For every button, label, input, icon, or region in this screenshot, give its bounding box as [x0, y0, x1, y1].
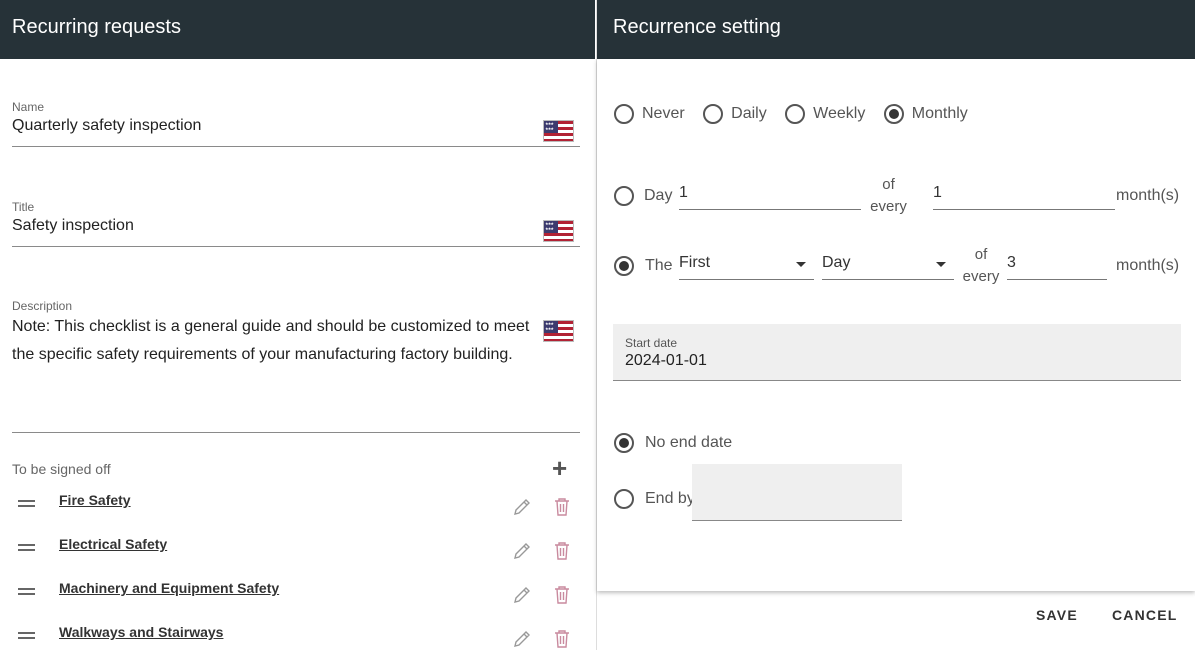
end-by-date-input[interactable]: [692, 464, 902, 521]
radio-label: Weekly: [813, 105, 866, 122]
description-value[interactable]: Note: This checklist is a general guide …: [12, 313, 537, 369]
frequency-option-weekly[interactable]: Weekly: [785, 104, 865, 124]
us-flag-icon[interactable]: [543, 220, 574, 242]
list-item: Electrical Safety: [0, 530, 595, 574]
of-every-label: of every: [962, 246, 1000, 285]
signoff-item-label[interactable]: Walkways and Stairways: [59, 624, 223, 640]
radio-day-option[interactable]: [614, 186, 634, 206]
trash-icon[interactable]: [553, 541, 571, 561]
signoff-list: Fire Safety Electrical Safety Machinery …: [0, 486, 595, 662]
radio-never[interactable]: [614, 104, 634, 124]
signoff-item-label[interactable]: Fire Safety: [59, 492, 131, 508]
trash-icon[interactable]: [553, 629, 571, 649]
panel-title: Recurring requests: [12, 16, 181, 38]
start-date-label: Start date: [625, 336, 678, 350]
ordinal-select-value: First: [679, 254, 711, 271]
ordinal-select[interactable]: First: [679, 252, 814, 280]
day-of-month-input[interactable]: 1: [679, 182, 861, 210]
plus-icon[interactable]: +: [552, 455, 567, 481]
recurrence-setting-dialog: Recurrence setting Never Daily Weekly Mo…: [596, 0, 1195, 650]
list-item: Machinery and Equipment Safety: [0, 574, 595, 618]
name-value[interactable]: Quarterly safety inspection: [12, 117, 580, 135]
trash-icon[interactable]: [553, 585, 571, 605]
drag-handle-icon[interactable]: [18, 544, 35, 551]
description-field[interactable]: Description Note: This checklist is a ge…: [12, 299, 580, 433]
name-label: Name: [12, 100, 45, 114]
list-item: Walkways and Stairways: [0, 618, 595, 662]
start-date-value[interactable]: 2024-01-01: [625, 352, 1169, 370]
trash-icon[interactable]: [553, 497, 571, 517]
title-label: Title: [12, 200, 35, 214]
pencil-icon[interactable]: [512, 585, 532, 605]
description-label: Description: [12, 299, 73, 313]
chevron-down-icon: [936, 262, 946, 267]
drag-handle-icon[interactable]: [18, 632, 35, 639]
of-every-label: of every: [870, 176, 907, 215]
radio-monthly[interactable]: [883, 104, 904, 124]
frequency-option-daily[interactable]: Daily: [703, 104, 767, 124]
frequency-option-monthly[interactable]: Monthly: [883, 104, 968, 124]
start-date-field[interactable]: Start date 2024-01-01: [613, 324, 1181, 381]
title-field[interactable]: Title Safety inspection: [12, 200, 580, 247]
title-value[interactable]: Safety inspection: [12, 217, 580, 235]
dialog-header: Recurrence setting: [597, 0, 1195, 59]
radio-no-end-date[interactable]: [614, 433, 634, 453]
dialog-title: Recurrence setting: [613, 16, 781, 38]
name-field[interactable]: Name Quarterly safety inspection: [12, 100, 580, 147]
us-flag-icon[interactable]: [543, 120, 574, 142]
day-type-select[interactable]: Day: [822, 252, 954, 280]
panel-header: Recurring requests: [0, 0, 595, 59]
no-end-date-label: No end date: [645, 434, 733, 451]
frequency-option-never[interactable]: Never: [614, 104, 685, 124]
the-months-input[interactable]: 3: [1007, 252, 1107, 280]
radio-label: Never: [642, 105, 685, 122]
drag-handle-icon[interactable]: [18, 588, 35, 595]
pencil-icon[interactable]: [512, 629, 532, 649]
the-option-label: The: [645, 257, 673, 274]
recurrence-card: Never Daily Weekly Monthly Day 1 of ever…: [597, 59, 1195, 591]
pencil-icon[interactable]: [512, 541, 532, 561]
radio-label: Monthly: [911, 105, 968, 122]
save-button[interactable]: SAVE: [1036, 607, 1078, 623]
day-months-input[interactable]: 1: [933, 182, 1115, 210]
list-item: Fire Safety: [0, 486, 595, 530]
us-flag-icon[interactable]: [543, 320, 574, 342]
radio-the-option[interactable]: [614, 256, 634, 276]
radio-end-by[interactable]: [614, 489, 634, 509]
pencil-icon[interactable]: [512, 497, 532, 517]
months-unit-label: month(s): [1116, 187, 1180, 204]
radio-weekly[interactable]: [785, 104, 806, 124]
recurring-requests-panel: Recurring requests Name Quarterly safety…: [0, 0, 595, 650]
radio-label: Daily: [731, 105, 767, 122]
radio-daily[interactable]: [703, 104, 724, 124]
signoff-item-label[interactable]: Machinery and Equipment Safety: [59, 580, 279, 596]
drag-handle-icon[interactable]: [18, 500, 35, 507]
chevron-down-icon: [796, 262, 806, 267]
cancel-button[interactable]: CANCEL: [1112, 607, 1178, 623]
day-option-label: Day: [644, 187, 673, 204]
signoff-label: To be signed off: [12, 461, 111, 477]
frequency-radio-group: Never Daily Weekly Monthly: [614, 104, 982, 124]
signoff-item-label[interactable]: Electrical Safety: [59, 536, 167, 552]
months-unit-label: month(s): [1116, 257, 1180, 274]
end-by-label: End by: [645, 490, 695, 507]
day-type-select-value: Day: [822, 254, 851, 271]
